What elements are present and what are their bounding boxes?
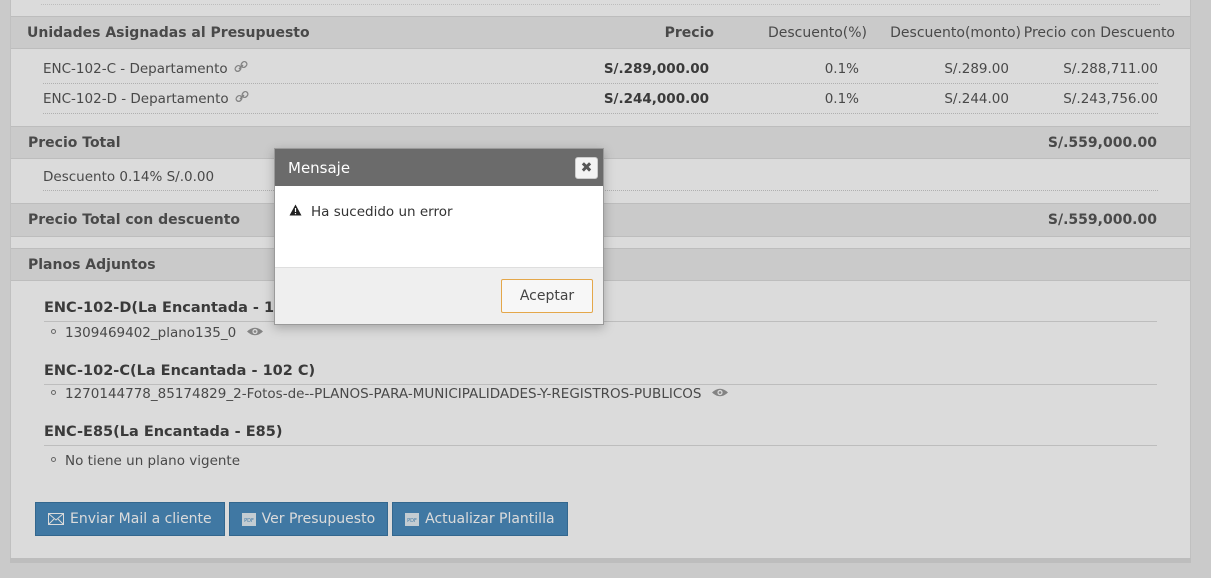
dialog-message-text: Ha sucedido un error xyxy=(311,204,453,220)
dialog-message: Ha sucedido un error xyxy=(289,204,453,220)
modal-overlay[interactable] xyxy=(0,0,1211,578)
dialog-body: Ha sucedido un error xyxy=(275,186,603,269)
dialog-footer: Aceptar xyxy=(275,267,603,324)
dialog-header: Mensaje ✖ xyxy=(275,149,603,186)
close-icon[interactable]: ✖ xyxy=(575,157,598,179)
warning-icon xyxy=(289,204,302,220)
dialog-title: Mensaje xyxy=(288,158,351,177)
accept-button[interactable]: Aceptar xyxy=(501,279,593,313)
message-dialog: Mensaje ✖ Ha sucedido un error Aceptar xyxy=(274,148,604,325)
